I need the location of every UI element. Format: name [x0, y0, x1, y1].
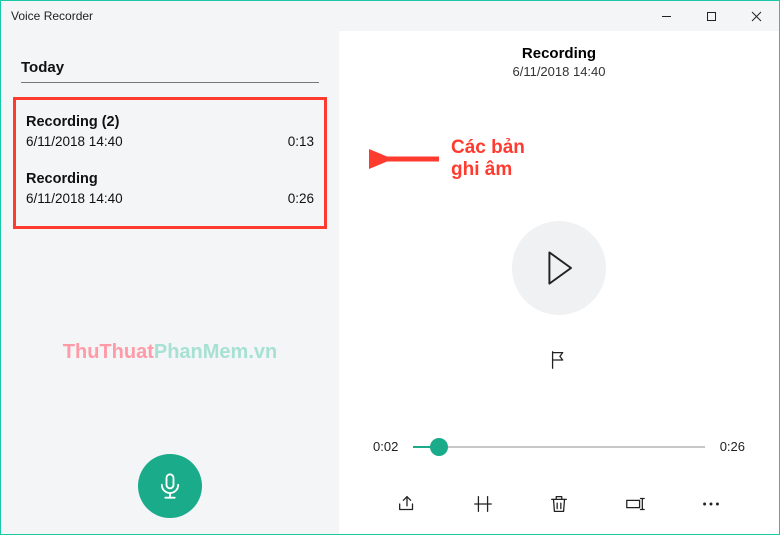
recording-datetime: 6/11/2018 14:40 [26, 134, 123, 149]
more-button[interactable] [700, 493, 722, 520]
titlebar: Voice Recorder [1, 1, 779, 31]
share-button[interactable] [396, 493, 418, 520]
recording-duration: 0:26 [288, 191, 314, 206]
watermark-part1: ThuThuat [63, 341, 154, 363]
add-marker-button[interactable] [548, 349, 570, 376]
seek-thumb[interactable] [430, 438, 448, 456]
recordings-highlight-box: Recording (2) 6/11/2018 14:40 0:13 Recor… [13, 97, 327, 229]
trim-button[interactable] [472, 493, 494, 520]
recording-title: Recording [26, 171, 314, 187]
recording-datetime: 6/11/2018 14:40 [26, 191, 123, 206]
annotation-line2: ghi âm [451, 159, 525, 181]
playback-datetime: 6/11/2018 14:40 [512, 64, 605, 79]
record-button[interactable] [138, 454, 202, 518]
recording-item[interactable]: Recording 6/11/2018 14:40 0:26 [22, 163, 318, 220]
play-button[interactable] [512, 221, 606, 315]
main-panel: Recording 6/11/2018 14:40 Các bản ghi âm [339, 31, 779, 534]
close-button[interactable] [734, 1, 779, 31]
window-controls [644, 1, 779, 31]
window-title: Voice Recorder [1, 9, 644, 23]
arrow-left-icon [369, 145, 441, 173]
action-bar [339, 493, 779, 520]
rename-button[interactable] [624, 493, 646, 520]
seek-bar: 0:02 0:26 [373, 439, 745, 454]
annotation-text: Các bản ghi âm [451, 137, 525, 181]
trash-icon [548, 493, 570, 515]
recording-duration: 0:13 [288, 134, 314, 149]
maximize-button[interactable] [689, 1, 734, 31]
total-time: 0:26 [709, 439, 745, 454]
section-header-today: Today [21, 59, 319, 83]
recording-item[interactable]: Recording (2) 6/11/2018 14:40 0:13 [22, 106, 318, 163]
watermark-part2: PhanMem.vn [154, 341, 277, 363]
rename-icon [624, 493, 646, 515]
trim-icon [472, 493, 494, 515]
elapsed-time: 0:02 [373, 439, 409, 454]
delete-button[interactable] [548, 493, 570, 520]
annotation-line1: Các bản [451, 137, 525, 159]
annotation: Các bản ghi âm [369, 137, 525, 181]
recording-title: Recording (2) [26, 114, 314, 130]
flag-icon [548, 349, 570, 371]
minimize-button[interactable] [644, 1, 689, 31]
seek-track[interactable] [413, 446, 705, 448]
watermark: ThuThuatPhanMem.vn [1, 341, 339, 364]
app-body: Today Recording (2) 6/11/2018 14:40 0:13… [1, 31, 779, 534]
play-icon [544, 250, 574, 286]
share-icon [396, 493, 418, 515]
app-window: Voice Recorder Today Recording (2) 6/11/… [0, 0, 780, 535]
ellipsis-icon [700, 493, 722, 515]
sidebar: Today Recording (2) 6/11/2018 14:40 0:13… [1, 31, 339, 534]
microphone-icon [156, 472, 184, 500]
playback-title: Recording [522, 45, 596, 62]
